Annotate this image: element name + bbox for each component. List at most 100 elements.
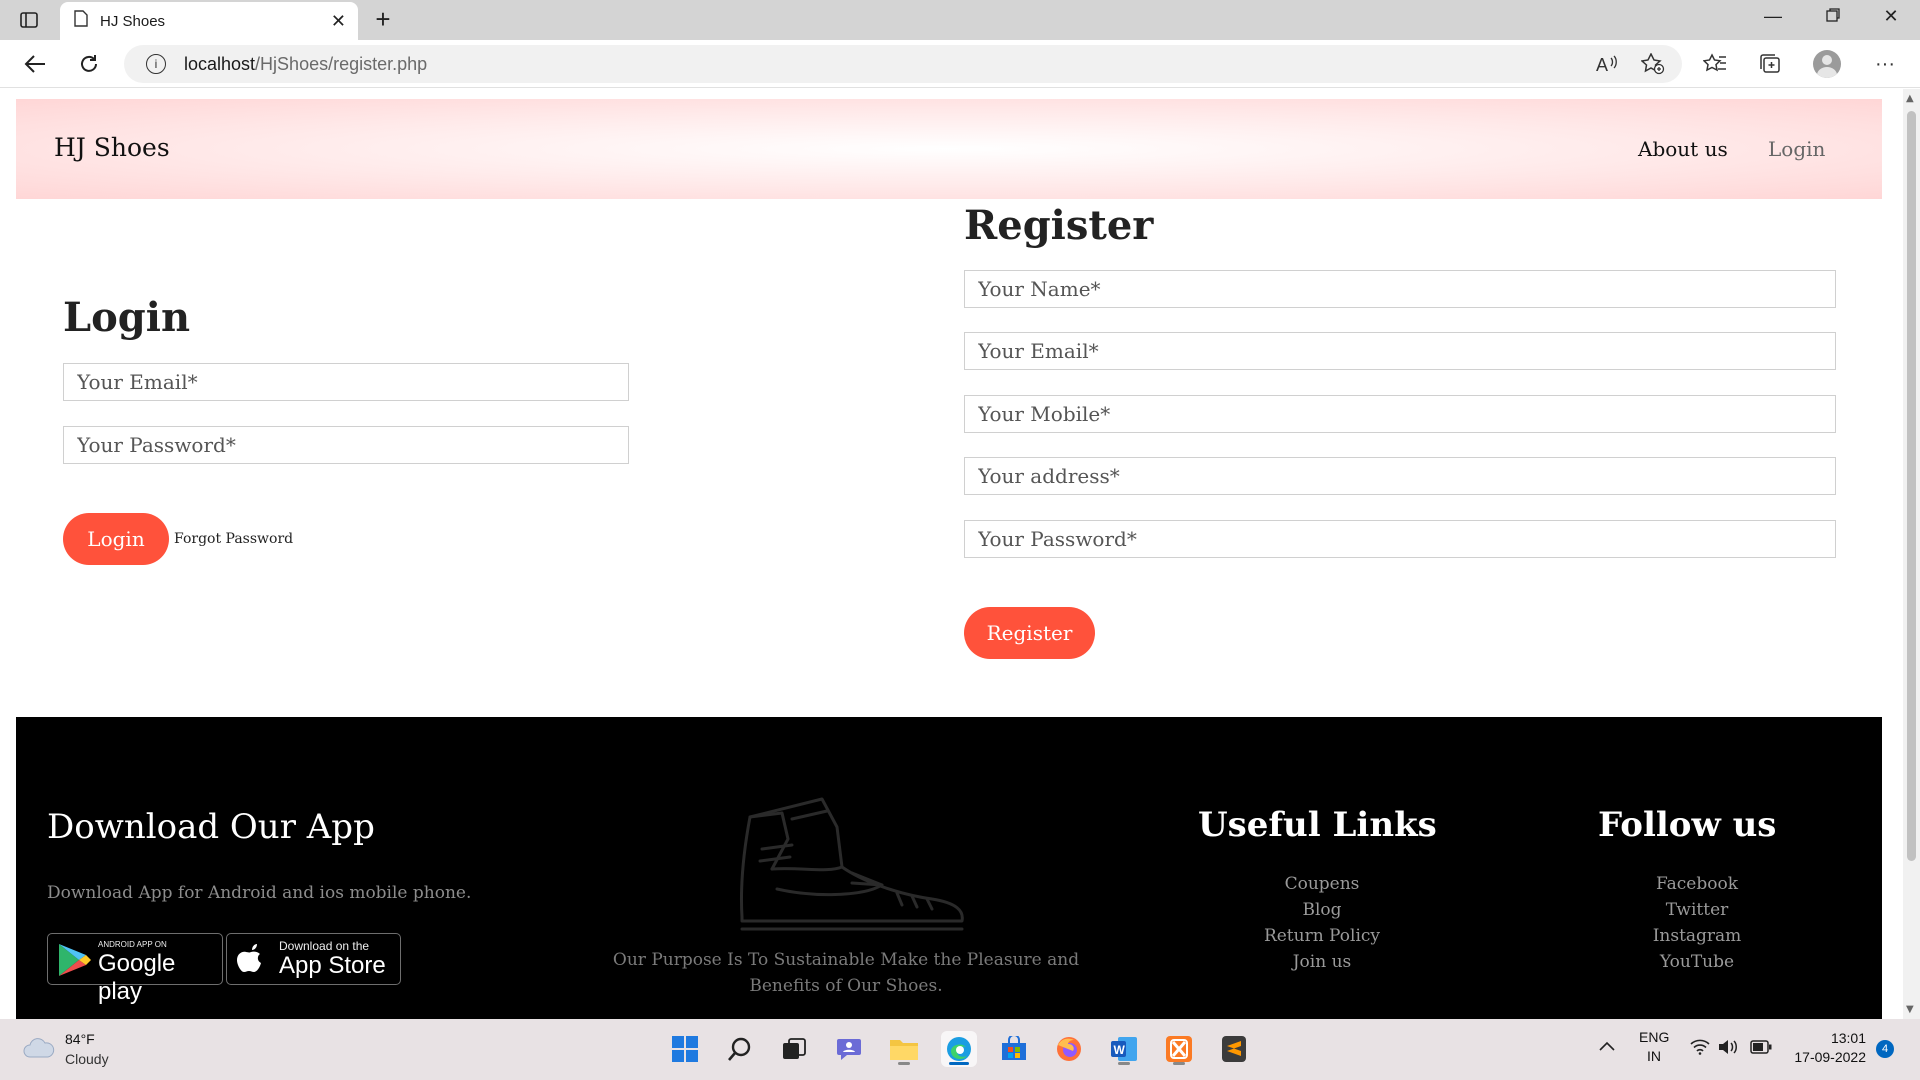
footer-app-title: Download Our App	[47, 807, 375, 847]
site-navbar: HJ Shoes About us Login	[16, 99, 1882, 199]
clock[interactable]: 13:01 17-09-2022	[1786, 1030, 1866, 1065]
footer-link-coupens[interactable]: Coupens	[1222, 871, 1422, 897]
login-password-input[interactable]	[63, 426, 629, 464]
useful-links-list: Coupens Blog Return Policy Join us	[1222, 871, 1422, 975]
store-icon[interactable]	[996, 1031, 1032, 1067]
close-window-button[interactable]: ✕	[1868, 6, 1914, 27]
clock-time: 13:01	[1830, 1030, 1866, 1046]
register-email-input[interactable]	[964, 332, 1836, 370]
favorites-icon[interactable]	[1700, 50, 1730, 78]
volume-icon[interactable]	[1718, 1039, 1740, 1058]
page-scrollbar[interactable]: ▲ ▼	[1903, 89, 1920, 1019]
forgot-password-link[interactable]: Forgot Password	[174, 531, 293, 547]
google-play-badge[interactable]: ANDROID APP ON Google play	[47, 933, 223, 1005]
cloud-icon[interactable]	[22, 1037, 56, 1059]
start-icon[interactable]	[667, 1031, 703, 1067]
browser-address-bar: i localhost/HjShoes/register.php A ···	[0, 40, 1920, 88]
footer-link-join-us[interactable]: Join us	[1222, 949, 1422, 975]
register-title: Register	[964, 202, 1154, 249]
footer-link-blog[interactable]: Blog	[1222, 897, 1422, 923]
windows-taskbar: 84°F Cloudy W ENG IN 13:01 17-09-2022 4	[0, 1019, 1920, 1080]
page-viewport: HJ Shoes About us Login Login Login Forg…	[0, 89, 1903, 1019]
word-icon[interactable]: W	[1106, 1031, 1142, 1067]
scroll-up-icon[interactable]: ▲	[1906, 93, 1914, 104]
apple-icon	[237, 943, 265, 980]
running-indicator	[898, 1062, 910, 1065]
battery-icon[interactable]	[1750, 1040, 1772, 1057]
active-indicator	[949, 1062, 969, 1065]
register-button[interactable]: Register	[964, 607, 1095, 659]
nav-about-link[interactable]: About us	[1638, 137, 1728, 161]
footer-purpose-text: Our Purpose Is To Sustainable Make the P…	[612, 950, 1080, 996]
search-icon[interactable]	[722, 1031, 758, 1067]
back-button[interactable]	[18, 48, 52, 80]
app-store-small-text: Download on the	[279, 939, 370, 953]
clock-date: 17-09-2022	[1794, 1049, 1866, 1065]
footer-link-return-policy[interactable]: Return Policy	[1222, 923, 1422, 949]
footer-link-twitter[interactable]: Twitter	[1597, 897, 1797, 923]
register-mobile-input[interactable]	[964, 395, 1836, 433]
register-password-input[interactable]	[964, 520, 1836, 558]
xampp-icon[interactable]	[1161, 1031, 1197, 1067]
tab-actions-icon[interactable]	[14, 7, 44, 33]
task-view-icon[interactable]	[776, 1031, 812, 1067]
url-text: localhost/HjShoes/register.php	[184, 53, 428, 74]
refresh-button[interactable]	[72, 48, 106, 80]
scroll-thumb[interactable]	[1907, 111, 1916, 861]
google-play-icon	[56, 942, 92, 983]
browser-tab-active[interactable]: HJ Shoes ✕	[60, 2, 358, 40]
running-indicator	[1118, 1062, 1130, 1065]
site-info-icon[interactable]: i	[146, 54, 166, 74]
site-brand[interactable]: HJ Shoes	[54, 133, 170, 162]
more-menu-icon[interactable]: ···	[1870, 50, 1900, 78]
footer-app-text: Download App for Android and ios mobile …	[47, 883, 472, 903]
register-address-input[interactable]	[964, 457, 1836, 495]
sublime-text-icon[interactable]	[1216, 1031, 1252, 1067]
chat-icon[interactable]	[831, 1031, 867, 1067]
svg-text:W: W	[1114, 1043, 1126, 1057]
minimize-button[interactable]: —	[1750, 6, 1796, 27]
firefox-icon[interactable]	[1051, 1031, 1087, 1067]
close-tab-icon[interactable]: ✕	[331, 11, 346, 32]
new-tab-button[interactable]: +	[368, 4, 398, 35]
browser-tab-bar: HJ Shoes ✕ + — ✕	[0, 0, 1920, 40]
footer-link-facebook[interactable]: Facebook	[1597, 871, 1797, 897]
edge-browser-icon[interactable]	[941, 1031, 977, 1067]
read-aloud-icon[interactable]: A	[1592, 50, 1622, 78]
google-play-small-text: ANDROID APP ON	[98, 940, 167, 949]
collections-icon[interactable]	[1756, 50, 1786, 78]
maximize-button[interactable]	[1810, 6, 1856, 27]
notification-badge[interactable]: 4	[1876, 1040, 1894, 1058]
svg-text:A: A	[1596, 55, 1608, 74]
weather-description: Cloudy	[65, 1051, 109, 1067]
scroll-down-icon[interactable]: ▼	[1906, 1004, 1914, 1015]
register-name-input[interactable]	[964, 270, 1836, 308]
region-code: IN	[1647, 1048, 1661, 1064]
login-title: Login	[63, 294, 191, 341]
useful-links-title: Useful Links	[1198, 805, 1437, 845]
tab-title: HJ Shoes	[100, 12, 166, 30]
app-store-big-text: App Store	[279, 952, 386, 979]
page-icon	[74, 10, 88, 32]
profile-avatar[interactable]	[1813, 50, 1841, 78]
app-store-badge[interactable]: Download on the App Store	[226, 933, 401, 985]
language-indicator[interactable]: ENG IN	[1639, 1029, 1669, 1064]
weather-temperature: 84°F	[65, 1031, 95, 1047]
add-favorite-icon[interactable]	[1638, 50, 1668, 78]
follow-us-title: Follow us	[1598, 805, 1777, 845]
show-hidden-icons[interactable]	[1599, 1039, 1615, 1055]
running-indicator	[1173, 1062, 1185, 1065]
language-code: ENG	[1639, 1029, 1670, 1045]
nav-login-link[interactable]: Login	[1768, 137, 1825, 161]
wifi-icon[interactable]	[1690, 1039, 1710, 1058]
login-button[interactable]: Login	[63, 513, 169, 565]
shoe-logo-icon	[732, 789, 972, 939]
site-footer: Download Our App Download App for Androi…	[16, 717, 1882, 1019]
file-explorer-icon[interactable]	[886, 1031, 922, 1067]
url-field[interactable]: i localhost/HjShoes/register.php	[124, 45, 1682, 83]
footer-link-youtube[interactable]: YouTube	[1597, 949, 1797, 975]
footer-link-instagram[interactable]: Instagram	[1597, 923, 1797, 949]
login-email-input[interactable]	[63, 363, 629, 401]
follow-links-list: Facebook Twitter Instagram YouTube	[1597, 871, 1797, 975]
google-play-big-text: Google play	[98, 950, 176, 1005]
